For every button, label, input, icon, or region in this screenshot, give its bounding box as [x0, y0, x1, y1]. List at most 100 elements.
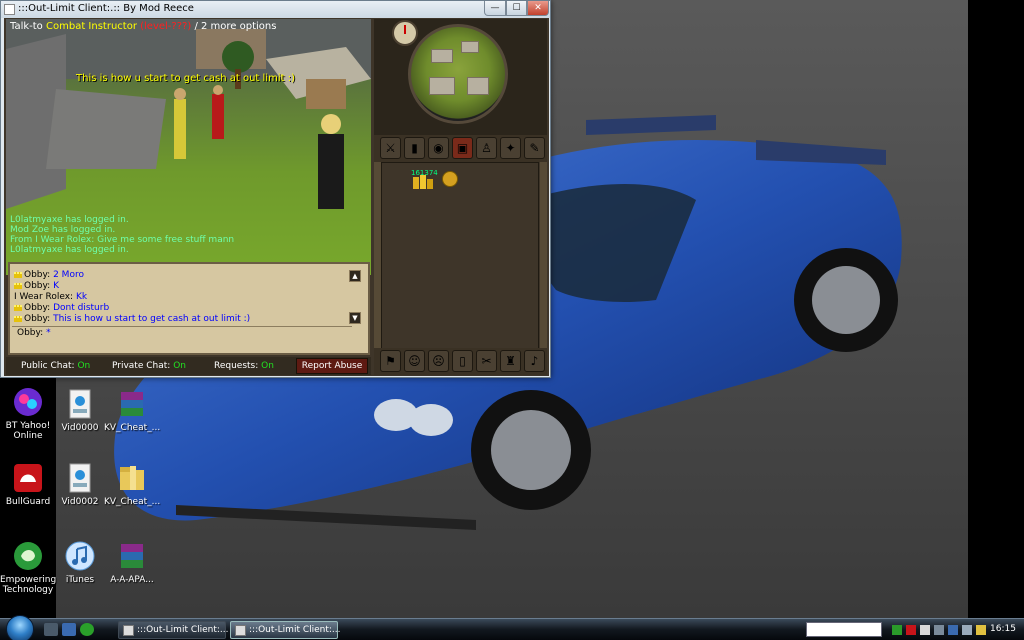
tray-monitor-icon[interactable]: [920, 625, 930, 635]
combat-tab-icon[interactable]: ⚔: [380, 137, 401, 159]
desktop-icon-label: Vid0000: [61, 423, 99, 433]
taskbar-button-label: :::Out-Limit Client:...: [249, 625, 341, 635]
chat-input[interactable]: Obby: *: [17, 328, 51, 338]
emotes-tab-icon[interactable]: ♜: [500, 350, 521, 372]
3gpp-file-icon: [69, 463, 91, 493]
chat-scroll-up-button[interactable]: ▲: [349, 270, 361, 282]
tab-state: On: [173, 361, 186, 371]
tab-state: On: [261, 361, 274, 371]
mod-crown-icon: [14, 315, 22, 322]
overhead-chat-text: This is how u start to get cash at out l…: [76, 73, 295, 84]
show-desktop-icon[interactable]: [44, 623, 58, 636]
taskbar-button-outlimit-2[interactable]: :::Out-Limit Client:...: [230, 621, 341, 639]
game-message: L0latmyaxe has logged in.: [10, 245, 129, 255]
desktop-icon-label: KV_Cheat_...: [104, 423, 161, 433]
tray-power-icon[interactable]: [976, 625, 986, 635]
top-tab-row: ⚔ ▮ ◉ ▣ ♙ ✦ ✎: [374, 135, 547, 162]
tab-label: Private Chat:: [112, 361, 171, 371]
inventory-tab-icon[interactable]: ▣: [452, 137, 473, 159]
browser-quicklaunch-icon[interactable]: [80, 623, 94, 636]
quest-tab-icon[interactable]: ◉: [428, 137, 449, 159]
chat-sender: Obby:: [24, 303, 51, 313]
desktop-icon-kv-cheat-2[interactable]: KV_Cheat_...: [104, 462, 160, 507]
desktop-icon-empowering[interactable]: Empowering Technology: [0, 540, 56, 595]
more-options-text: / 2 more options: [194, 21, 277, 32]
desktop-icon-kv-cheat-1[interactable]: KV_Cheat_...: [104, 388, 160, 433]
prayer-tab-icon[interactable]: ✦: [500, 137, 521, 159]
game-message: L0latmyaxe has logged in.: [10, 215, 129, 225]
game-client-window[interactable]: :::Out-Limit Client:.:: By Mod Reece — ☐…: [0, 0, 551, 378]
inventory-frame-left: [374, 162, 381, 354]
magic-tab-icon[interactable]: ✎: [524, 137, 545, 159]
stats-tab-icon[interactable]: ▮: [404, 137, 425, 159]
taskbar-clock[interactable]: 16:15: [990, 624, 1016, 634]
coins-stack-icon[interactable]: 161374: [409, 169, 438, 189]
empowering-icon: [14, 542, 42, 570]
archive-icon: [121, 392, 143, 416]
maximize-button[interactable]: ☐: [506, 1, 527, 16]
chat-line: Obby: This is how u start to get cash at…: [14, 314, 250, 324]
tab-label: Requests:: [214, 361, 259, 371]
equipment-tab-icon[interactable]: ♙: [476, 137, 497, 159]
game-client-area: Talk-to Combat Instructor (level-???) / …: [4, 18, 549, 376]
game-viewport[interactable]: Talk-to Combat Instructor (level-???) / …: [6, 19, 371, 275]
wrench-tab-icon[interactable]: ✂: [476, 350, 497, 372]
desktop-right-black-bar: [968, 0, 1024, 618]
desktop-icon-aapaa[interactable]: A-A-APA...: [104, 540, 160, 585]
app-icon: [235, 625, 246, 636]
tab-requests[interactable]: Requests: On: [214, 359, 274, 374]
chat-box[interactable]: Obby: 2 Moro Obby: K I Wear Rolex: Kk Ob…: [8, 262, 370, 355]
desktop-icon-label: BT Yahoo! Online: [5, 421, 51, 441]
desktop-icon-label: Vid0002: [61, 497, 99, 507]
chat-message: Kk: [75, 292, 88, 302]
window-title: :::Out-Limit Client:.:: By Mod Reece: [18, 3, 194, 14]
game-message: From I Wear Rolex: Give me some free stu…: [10, 235, 235, 245]
start-button[interactable]: [6, 615, 34, 640]
desktop-icon-vid0000[interactable]: Vid0000: [52, 388, 108, 433]
tab-private-chat[interactable]: Private Chat: On: [112, 359, 186, 374]
tray-volume-icon[interactable]: [962, 625, 972, 635]
tray-bullguard-icon[interactable]: [906, 625, 916, 635]
music-tab-icon[interactable]: ♪: [524, 350, 545, 372]
tray-speaker-icon[interactable]: [934, 625, 944, 635]
taskbar-button-outlimit-1[interactable]: :::Out-Limit Client:...: [118, 621, 229, 639]
chat-sender: Obby:: [24, 314, 51, 324]
ignore-tab-icon[interactable]: ☹: [428, 350, 449, 372]
chat-tab-bar: Public Chat: On Private Chat: On Request…: [6, 357, 371, 375]
app-icon: [4, 4, 15, 15]
desktop-icon-bt-yahoo[interactable]: BT Yahoo! Online: [0, 386, 56, 441]
tray-network-icon[interactable]: [892, 625, 902, 635]
close-button[interactable]: ✕: [527, 1, 549, 16]
bottom-tab-row: ⚑ ☺ ☹ ▯ ✂ ♜ ♪: [374, 348, 547, 375]
minimap-panel: [374, 19, 547, 135]
folder-icon: [120, 466, 144, 490]
desktop-icon-itunes[interactable]: iTunes: [52, 540, 108, 585]
chat-input-cursor: *: [46, 328, 51, 338]
chat-input-name: Obby:: [17, 328, 44, 338]
window-titlebar[interactable]: :::Out-Limit Client:.:: By Mod Reece — ☐…: [1, 1, 550, 18]
desktop-icon-vid0002[interactable]: Vid0002: [52, 462, 108, 507]
compass-icon[interactable]: [392, 20, 418, 46]
coin-pouch-icon[interactable]: [442, 171, 458, 187]
taskbar-search-input[interactable]: [806, 622, 882, 637]
chat-line: Obby: 2 Moro: [14, 270, 84, 280]
chat-message: This is how u start to get cash at out l…: [53, 314, 251, 324]
desktop-icon-label: iTunes: [65, 575, 95, 585]
switch-windows-icon[interactable]: [62, 623, 76, 636]
logout-tab-icon[interactable]: ⚑: [380, 350, 401, 372]
tab-public-chat[interactable]: Public Chat: On: [21, 359, 90, 374]
friends-tab-icon[interactable]: ☺: [404, 350, 425, 372]
report-abuse-button[interactable]: Report Abuse: [296, 358, 368, 374]
door-tab-icon[interactable]: ▯: [452, 350, 473, 372]
chat-scroll-down-button[interactable]: ▼: [349, 312, 361, 324]
archive-icon: [121, 544, 143, 568]
inventory-panel[interactable]: 161374: [381, 162, 539, 354]
npc-name: Combat Instructor: [46, 21, 137, 32]
minimap[interactable]: [408, 24, 508, 124]
app-icon: [123, 625, 134, 636]
coins-count: 161374: [411, 169, 438, 177]
tab-state: On: [77, 361, 91, 371]
desktop-icon-bullguard[interactable]: BullGuard: [0, 462, 56, 507]
minimize-button[interactable]: —: [484, 1, 506, 16]
tray-connection-icon[interactable]: [948, 625, 958, 635]
